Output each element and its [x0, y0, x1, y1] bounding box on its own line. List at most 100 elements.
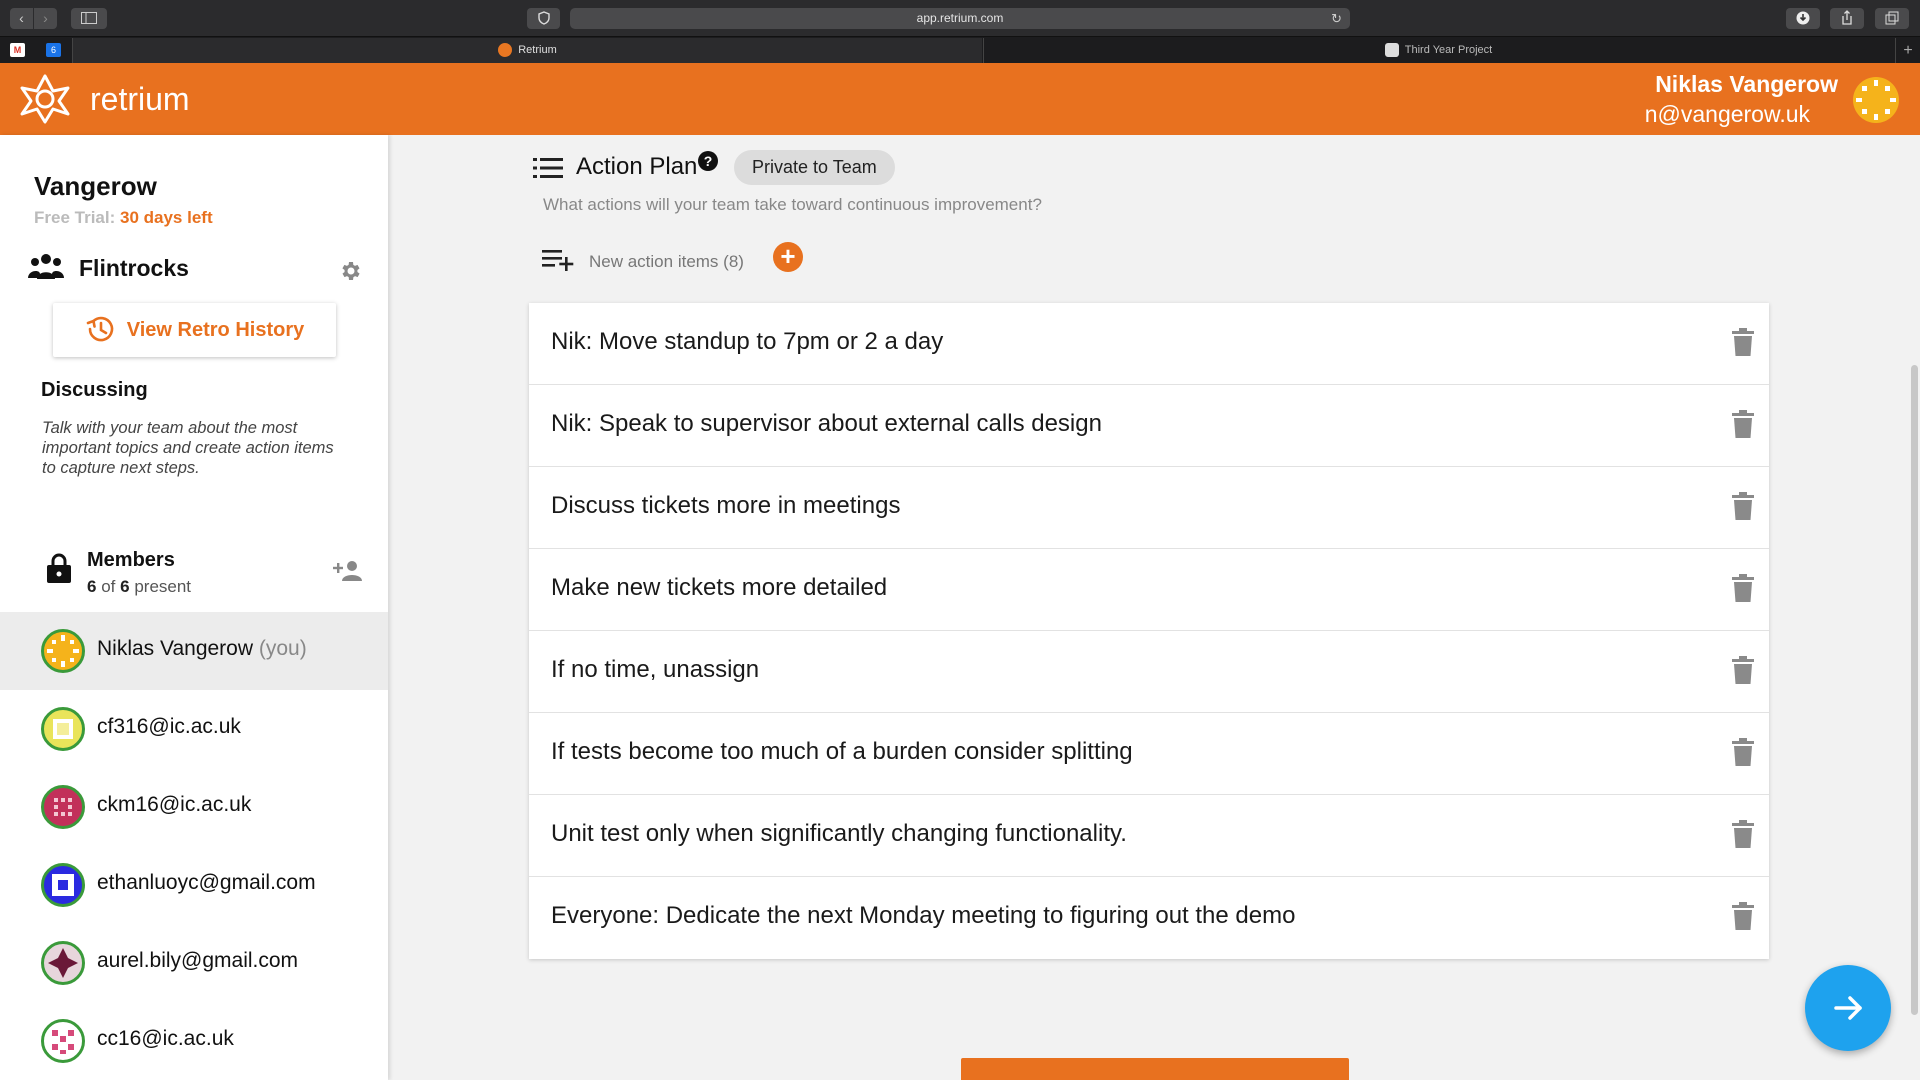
action-item-text[interactable]: If tests become too much of a burden con…: [551, 738, 1133, 766]
action-item-text[interactable]: If no time, unassign: [551, 656, 759, 684]
bottom-action-button[interactable]: [961, 1058, 1349, 1080]
tab-retrium[interactable]: Retrium: [72, 38, 982, 63]
trash-icon[interactable]: [1732, 410, 1754, 438]
trash-icon[interactable]: [1732, 328, 1754, 356]
member-row[interactable]: cc16@ic.ac.uk: [0, 1002, 388, 1080]
user-name: Niklas Vangerow: [1655, 71, 1838, 97]
gear-icon[interactable]: [338, 259, 362, 283]
tabs-icon[interactable]: [1875, 8, 1909, 29]
tab-label: Retrium: [518, 44, 557, 56]
avatar: [41, 941, 85, 985]
members-suffix: present: [134, 577, 192, 596]
stage-description: Talk with your team about the most impor…: [42, 419, 334, 477]
member-row[interactable]: aurel.bily@gmail.com: [0, 924, 388, 1002]
list-item[interactable]: Nik: Move standup to 7pm or 2 a day: [529, 303, 1769, 385]
trial-days[interactable]: 30 days left: [120, 208, 213, 227]
github-favicon-icon: [1384, 43, 1399, 58]
action-item-text[interactable]: Unit test only when significantly changi…: [551, 820, 1127, 848]
trash-icon[interactable]: [1732, 902, 1754, 930]
sidebar: Vangerow Free Trial: 30 days left Flintr…: [0, 135, 388, 1080]
list-icon: [533, 158, 563, 178]
list-item[interactable]: Nik: Speak to supervisor about external …: [529, 385, 1769, 467]
avatar[interactable]: [1853, 77, 1899, 123]
tab-label: Third Year Project: [1404, 44, 1493, 56]
action-item-text[interactable]: Make new tickets more detailed: [551, 574, 887, 602]
member-row[interactable]: ckm16@ic.ac.uk: [0, 768, 388, 846]
list-item[interactable]: If no time, unassign: [529, 631, 1769, 713]
download-icon[interactable]: [1786, 8, 1820, 29]
trial-status: Free Trial: 30 days left: [34, 208, 213, 228]
brand-name[interactable]: retrium: [90, 81, 190, 118]
trial-label: Free Trial:: [34, 208, 116, 227]
forward-icon[interactable]: ›: [34, 8, 57, 29]
list-item[interactable]: If tests become too much of a burden con…: [529, 713, 1769, 795]
member-name: ethanluoyc@gmail.com: [97, 871, 316, 894]
share-icon[interactable]: [1830, 8, 1864, 29]
team-name[interactable]: Flintrocks: [79, 255, 189, 282]
trash-icon[interactable]: [1732, 820, 1754, 848]
list-item[interactable]: Everyone: Dedicate the next Monday meeti…: [529, 877, 1769, 959]
trash-icon[interactable]: [1732, 656, 1754, 684]
member-row-you[interactable]: Niklas Vangerow (you): [0, 612, 388, 690]
stage-title: Discussing: [41, 379, 148, 401]
avatar: [41, 629, 85, 673]
new-tab-button[interactable]: +: [1895, 38, 1920, 63]
sidebar-icon[interactable]: [71, 8, 107, 29]
trash-icon[interactable]: [1732, 574, 1754, 602]
members-of: of: [101, 577, 116, 596]
add-member-icon[interactable]: [333, 559, 363, 583]
next-stage-button[interactable]: [1805, 965, 1891, 1051]
privacy-chip[interactable]: Private to Team: [734, 150, 895, 185]
list-item[interactable]: Make new tickets more detailed: [529, 549, 1769, 631]
avatar: [41, 707, 85, 751]
member-row[interactable]: ethanluoyc@gmail.com: [0, 846, 388, 924]
member-name: aurel.bily@gmail.com: [97, 949, 299, 972]
calendar-bookmark-icon[interactable]: 6: [46, 43, 61, 57]
retrium-favicon-icon: [498, 43, 513, 58]
team-icon: [28, 254, 64, 279]
address-bar[interactable]: app.retrium.com ↻: [570, 8, 1350, 29]
lock-icon[interactable]: [46, 552, 72, 584]
action-items-list: Nik: Move standup to 7pm or 2 a day Nik:…: [529, 303, 1769, 959]
member-name: Niklas Vangerow (you): [97, 637, 307, 661]
member-name: cf316@ic.ac.uk: [97, 715, 241, 738]
retrium-logo-icon[interactable]: [18, 72, 72, 126]
action-item-text[interactable]: Everyone: Dedicate the next Monday meeti…: [551, 902, 1295, 930]
arrow-right-icon: [1834, 996, 1862, 1020]
gmail-bookmark-icon[interactable]: M: [10, 43, 25, 57]
view-retro-history-button[interactable]: View Retro History: [53, 303, 336, 357]
tab-third-year-project[interactable]: Third Year Project: [983, 38, 1893, 63]
member-name-text: Niklas Vangerow: [97, 637, 254, 660]
new-action-items-label: New action items (8): [589, 252, 744, 271]
shield-icon[interactable]: [527, 8, 560, 29]
app-header: retrium Niklas Vangerow n@vangerow.uk: [0, 63, 1920, 135]
avatar: [41, 785, 85, 829]
scrollbar[interactable]: [1911, 365, 1918, 1015]
member-you-suffix: (you): [258, 637, 307, 660]
page-title: Action Plan: [576, 153, 698, 180]
list-item[interactable]: Discuss tickets more in meetings: [529, 467, 1769, 549]
main-content: Action Plan ? Private to Team What actio…: [388, 135, 1920, 1080]
members-count: 6 of 6 present: [87, 577, 191, 597]
url-text: app.retrium.com: [916, 11, 1004, 25]
avatar: [41, 863, 85, 907]
list-item[interactable]: Unit test only when significantly changi…: [529, 795, 1769, 877]
action-item-text[interactable]: Nik: Speak to supervisor about external …: [551, 410, 1102, 438]
action-item-text[interactable]: Nik: Move standup to 7pm or 2 a day: [551, 328, 943, 356]
back-icon[interactable]: ‹: [10, 8, 33, 29]
members-title: Members: [87, 549, 175, 571]
add-action-item-button[interactable]: +: [773, 242, 803, 272]
help-icon[interactable]: ?: [698, 151, 718, 171]
member-row[interactable]: cf316@ic.ac.uk: [0, 690, 388, 768]
browser-chrome: ‹ › app.retrium.com ↻ M 6 Retrium Third …: [0, 0, 1920, 63]
history-icon: [86, 316, 114, 342]
trash-icon[interactable]: [1732, 492, 1754, 520]
history-button-label: View Retro History: [126, 319, 305, 341]
member-name: ckm16@ic.ac.uk: [97, 793, 252, 816]
trash-icon[interactable]: [1732, 738, 1754, 766]
reload-icon[interactable]: ↻: [1331, 8, 1342, 29]
members-present: 6: [87, 577, 97, 596]
playlist-add-icon: [542, 250, 574, 271]
action-item-text[interactable]: Discuss tickets more in meetings: [551, 492, 900, 520]
avatar: [41, 1019, 85, 1063]
